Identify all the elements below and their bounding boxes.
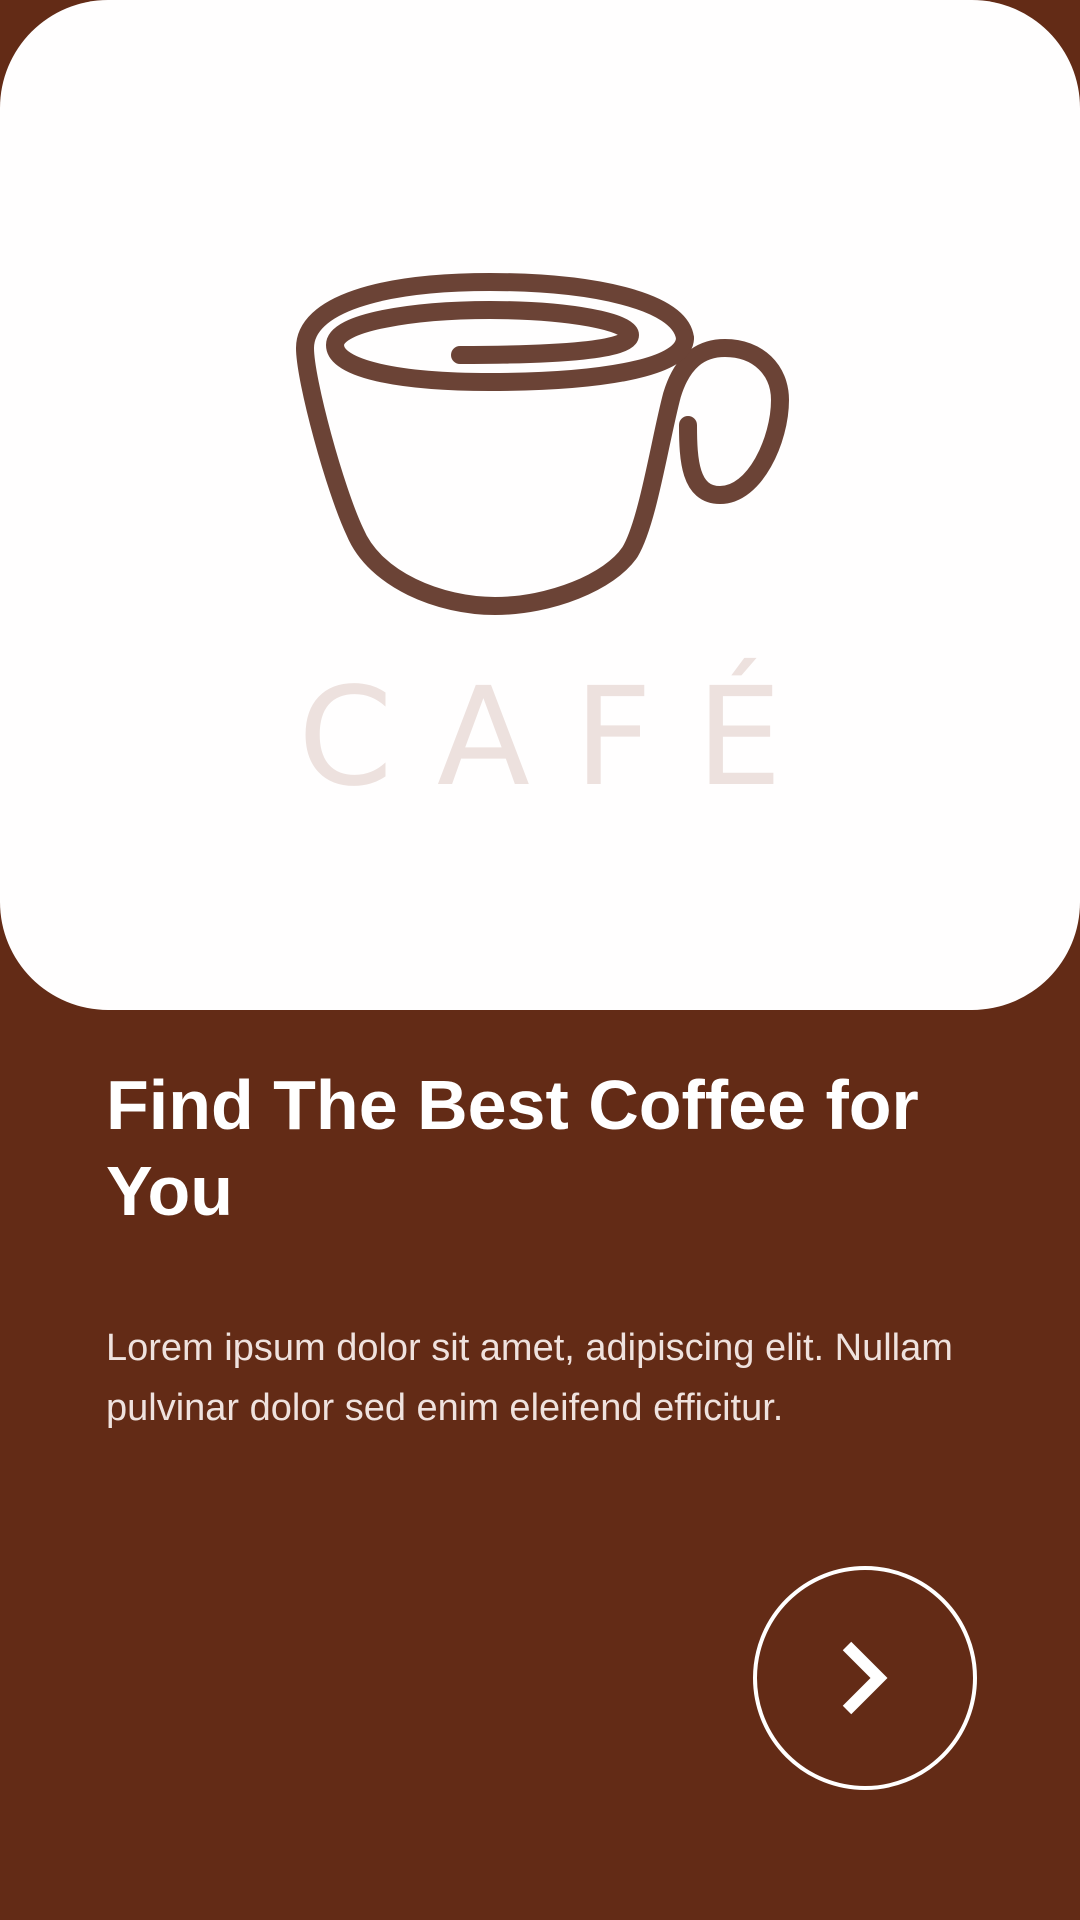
onboarding-screen: CAFÉ Find The Best Coffee for You Lorem …: [0, 0, 1080, 1920]
brand-wordmark: CAFÉ: [297, 659, 827, 817]
next-button[interactable]: [753, 1566, 977, 1790]
onboarding-description: Lorem ipsum dolor sit amet, adipiscing e…: [106, 1327, 953, 1429]
chevron-right-icon: [842, 1641, 888, 1715]
coffee-cup-icon: [296, 273, 789, 615]
onboarding-headline: Find The Best Coffee for You: [106, 1066, 919, 1230]
hero-card: CAFÉ: [0, 0, 1080, 1010]
